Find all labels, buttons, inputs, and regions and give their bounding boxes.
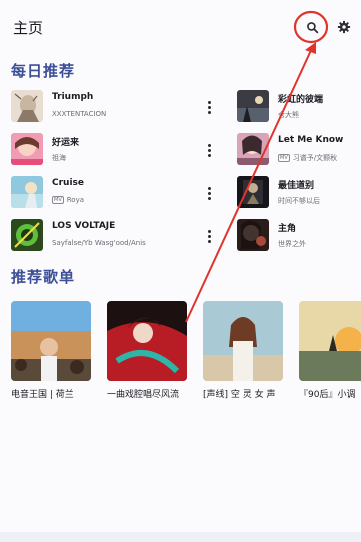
song-title: Let Me Know	[278, 135, 344, 145]
song-item[interactable]: 最佳道别 时间不够以后	[237, 176, 361, 212]
song-item[interactable]: Cruise MV Roya	[11, 176, 221, 212]
mv-tag-icon: MV	[52, 196, 64, 204]
song-title: 最佳道别	[278, 181, 315, 191]
song-subtitle: 祖海	[52, 154, 66, 162]
song-subtitle: 仓大熊	[278, 111, 299, 119]
playlist-cover	[107, 301, 187, 381]
song-title: Triumph	[52, 92, 94, 102]
song-title: 彩虹的彼端	[278, 95, 324, 105]
playlist-title: 『90后』小调	[299, 390, 356, 400]
song-cover	[237, 90, 269, 122]
song-cover	[237, 219, 269, 251]
playlist-cover	[11, 301, 91, 381]
search-icon	[306, 21, 318, 33]
gear-icon	[337, 20, 351, 34]
song-cover	[11, 90, 43, 122]
song-item[interactable]: 彩虹的彼端 仓大熊	[237, 90, 361, 126]
settings-button[interactable]	[331, 14, 357, 40]
song-item[interactable]: Let Me Know MV 习谱予/文颢秋	[237, 133, 361, 169]
song-title: LOS VOLTAJE	[52, 221, 116, 231]
playlist-card[interactable]: 电音王国 | 荷兰	[11, 301, 91, 400]
song-cover	[11, 219, 43, 251]
song-subtitle: 世界之外	[278, 240, 306, 248]
song-cover	[237, 176, 269, 208]
recommended-playlists-title: 推荐歌单	[11, 268, 76, 286]
song-title: 主角	[278, 224, 297, 234]
song-title: 好运来	[52, 138, 80, 148]
song-subtitle: 时间不够以后	[278, 197, 320, 205]
more-options-button[interactable]	[204, 141, 214, 159]
more-options-button[interactable]	[204, 227, 214, 245]
song-subtitle: XXXTENTACION	[52, 110, 107, 118]
top-app-bar: 主页	[0, 0, 361, 54]
song-cover	[11, 133, 43, 165]
song-item[interactable]: Triumph XXXTENTACION	[11, 90, 221, 126]
song-cover	[237, 133, 269, 165]
playlist-card[interactable]: 一曲戏腔唱尽风流	[107, 301, 187, 400]
more-options-button[interactable]	[204, 98, 214, 116]
song-subtitle: MV Roya	[52, 196, 84, 204]
playlist-cover	[299, 301, 361, 381]
song-item[interactable]: 主角 世界之外	[237, 219, 361, 255]
bottom-player-bar[interactable]	[0, 532, 361, 542]
playlist-card[interactable]: 『90后』小调	[299, 301, 361, 400]
page-title: 主页	[13, 19, 44, 37]
playlist-title: 电音王国 | 荷兰	[11, 390, 74, 400]
playlist-title: 一曲戏腔唱尽风流	[107, 390, 180, 400]
search-button[interactable]	[299, 14, 325, 40]
song-cover	[11, 176, 43, 208]
song-item[interactable]: 好运来 祖海	[11, 133, 221, 169]
song-subtitle: Sayfalse/Yb Wasg'ood/Anis	[52, 239, 146, 247]
playlist-cover	[203, 301, 283, 381]
mv-tag-icon: MV	[278, 154, 290, 162]
daily-recommend-title: 每日推荐	[11, 62, 76, 80]
song-item[interactable]: LOS VOLTAJE Sayfalse/Yb Wasg'ood/Anis	[11, 219, 221, 255]
playlist-title: [声线] 空 灵 女 声	[203, 390, 276, 400]
song-subtitle: MV 习谱予/文颢秋	[278, 154, 338, 162]
more-options-button[interactable]	[204, 184, 214, 202]
song-title: Cruise	[52, 178, 84, 188]
playlist-card[interactable]: [声线] 空 灵 女 声	[203, 301, 283, 400]
